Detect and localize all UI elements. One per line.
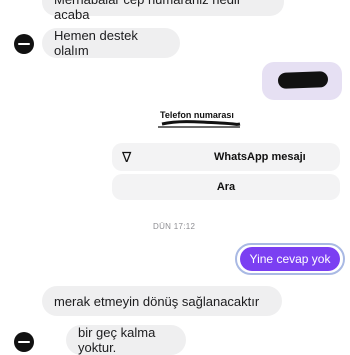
brand-avatar-icon — [18, 43, 30, 45]
timestamp: DÜN 17:12 — [153, 222, 196, 231]
outgoing-message: Yine cevap yok — [235, 243, 345, 275]
message-text: bir geç kalma yoktur. — [78, 325, 156, 355]
incoming-message-reassure: merak etmeyin dönüş sağlanacaktır — [42, 286, 282, 316]
outgoing-bubble: Yine cevap yok — [240, 247, 340, 271]
incoming-message-support: Hemen destek olalım — [42, 28, 180, 58]
brand-avatar-icon — [18, 341, 30, 343]
support-avatar-2[interactable] — [14, 332, 34, 352]
message-text: Yine cevap yok — [249, 252, 331, 266]
support-avatar[interactable] — [14, 34, 34, 54]
phone-preview-card[interactable] — [262, 62, 342, 100]
v-checkmark-icon: ∇ — [122, 148, 132, 165]
redacted-phone-bar — [277, 71, 329, 89]
whatsapp-label: WhatsApp mesajı — [214, 151, 306, 163]
incoming-message-late: bir geç kalma yoktur. — [66, 325, 186, 355]
message-text: Hemen destek olalım — [54, 28, 138, 58]
message-text: merak etmeyin dönüş sağlanacaktır — [54, 293, 260, 309]
call-label: Ara — [216, 181, 236, 193]
phone-number-label: Telefon numarası — [140, 108, 260, 132]
call-action[interactable]: Ara — [112, 174, 340, 200]
whatsapp-action[interactable]: ∇ WhatsApp mesajı — [112, 143, 340, 171]
scribble-redaction — [158, 120, 241, 128]
message-text: Merhabalar cep numaraniz nedir acaba — [54, 0, 241, 22]
incoming-message-top: Merhabalar cep numaraniz nedir acaba — [42, 0, 284, 22]
